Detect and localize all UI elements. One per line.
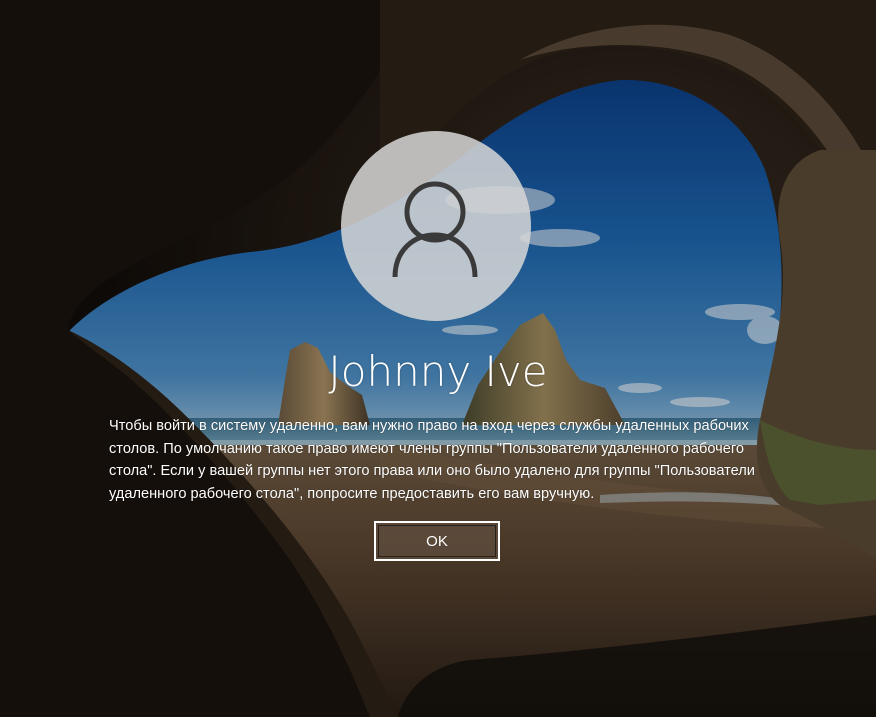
user-silhouette-icon [392, 181, 478, 278]
ok-button[interactable]: OK [374, 521, 500, 561]
user-avatar [341, 131, 531, 321]
ok-button-label: OK [426, 532, 448, 550]
user-name: Johnny Ive [328, 347, 548, 396]
access-denied-message: Чтобы войти в систему удаленно, вам нужн… [109, 418, 755, 502]
lock-screen: Johnny Ive Чтобы войти в систему удаленн… [0, 0, 876, 717]
